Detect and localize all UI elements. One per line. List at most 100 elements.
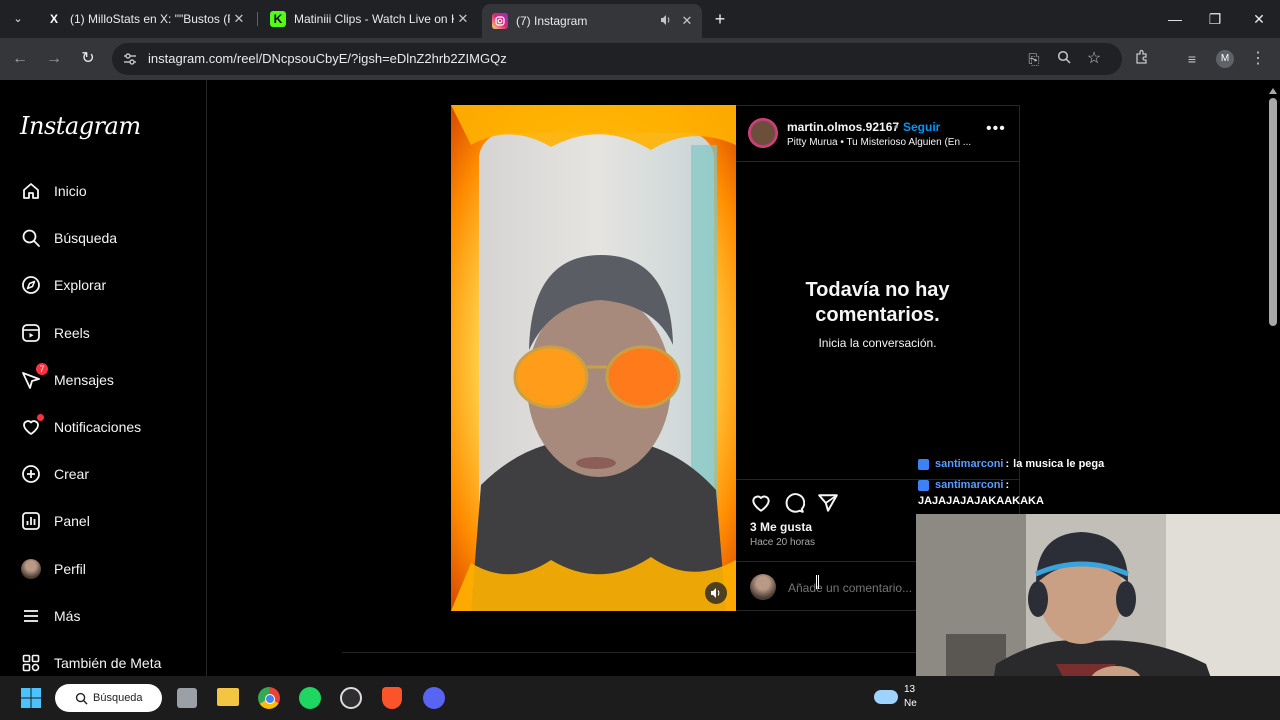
instagram-sidebar: Instagram Inicio Búsqueda Explorar Reels… xyxy=(0,80,207,680)
file-explorer-icon[interactable] xyxy=(217,688,239,706)
messenger-icon: 7 xyxy=(20,363,48,391)
sidebar-item-label: Explorar xyxy=(54,277,107,293)
weather-cloud-icon[interactable] xyxy=(874,690,898,704)
tab-divider xyxy=(257,12,258,26)
windows-start-icon[interactable] xyxy=(20,687,42,709)
reels-icon xyxy=(20,322,42,344)
back-button[interactable]: ← xyxy=(10,49,30,69)
more-menu-icon[interactable]: ⋮ xyxy=(1248,49,1268,69)
obs-icon[interactable] xyxy=(340,687,362,709)
sidebar-item-notificaciones[interactable]: Notificaciones xyxy=(20,414,141,440)
menu-icon xyxy=(20,605,42,627)
chat-username: santimarconi xyxy=(935,479,1004,491)
tab-search-button[interactable]: ⌄ xyxy=(8,9,28,29)
taskbar-search-label: Búsqueda xyxy=(93,692,143,704)
search-icon xyxy=(20,227,42,249)
sidebar-item-inicio[interactable]: Inicio xyxy=(20,178,87,204)
chat-text: la musica le pega xyxy=(1013,458,1105,470)
tab-instagram[interactable]: (7) Instagram ✕ xyxy=(482,4,702,38)
chat-message: santimarconi : xyxy=(918,477,1268,493)
restore-button[interactable]: ❐ xyxy=(1204,8,1226,30)
zoom-icon[interactable] xyxy=(1054,49,1074,69)
sidebar-item-busqueda[interactable]: Búsqueda xyxy=(20,225,117,251)
forward-button[interactable]: → xyxy=(44,49,64,69)
notification-dot xyxy=(37,414,44,421)
share-button[interactable] xyxy=(817,492,839,519)
sidebar-item-panel[interactable]: Panel xyxy=(20,508,90,534)
windows-taskbar: Búsqueda 13 Ne xyxy=(0,676,1280,720)
instagram-logo[interactable]: Instagram xyxy=(20,112,141,140)
site-settings-icon[interactable] xyxy=(122,51,138,67)
minimize-button[interactable]: — xyxy=(1164,8,1186,30)
tab-title: (1) MilloStats en X: ""Bustos (Fa xyxy=(70,12,230,26)
chrome-icon[interactable] xyxy=(258,687,280,709)
author-username[interactable]: martin.olmos.92167 xyxy=(787,120,899,134)
header-separator: • xyxy=(894,120,899,134)
search-icon xyxy=(75,692,88,705)
media-control-icon[interactable]: ≡ xyxy=(1182,49,1202,69)
plus-icon xyxy=(20,463,42,485)
likes-count[interactable]: 3 Me gusta xyxy=(750,520,812,534)
kick-logo-icon: K xyxy=(270,11,286,27)
home-icon xyxy=(20,180,42,202)
chat-separator: : xyxy=(1005,458,1010,470)
tab-title: (7) Instagram xyxy=(516,14,588,28)
task-view-icon[interactable] xyxy=(177,688,197,708)
chat-message: santimarconi : la musica le pega xyxy=(918,456,1268,472)
more-options-icon[interactable]: ••• xyxy=(986,120,1006,138)
sidebar-item-label: Notificaciones xyxy=(54,419,142,435)
like-button[interactable] xyxy=(750,492,772,519)
dashboard-icon xyxy=(20,510,42,532)
bookmark-star-icon[interactable]: ☆ xyxy=(1084,49,1104,69)
empty-comments-subtitle: Inicia la conversación. xyxy=(818,336,937,350)
follow-button[interactable]: Seguir xyxy=(903,120,940,134)
post-header: martin.olmos.92167 • Seguir Pitty Murua … xyxy=(736,106,1019,162)
reload-button[interactable]: ↻ xyxy=(78,49,98,69)
chat-separator: : xyxy=(1005,479,1010,491)
tab-kick[interactable]: K Matiniii Clips - Watch Live on K ✕ xyxy=(260,6,478,32)
close-icon[interactable]: ✕ xyxy=(230,11,248,27)
address-bar[interactable]: instagram.com/reel/DNcpsouCbyE/?igsh=eDl… xyxy=(112,43,1122,75)
sidebar-item-label: Mensajes xyxy=(54,372,114,388)
sidebar-item-label: También de Meta xyxy=(54,655,162,671)
sidebar-item-tambien-de-meta[interactable]: También de Meta xyxy=(20,650,161,676)
commenter-avatar xyxy=(750,574,776,600)
author-avatar[interactable] xyxy=(748,118,778,148)
taskbar-search-box[interactable]: Búsqueda xyxy=(55,684,162,712)
chat-badge-icon xyxy=(918,458,929,470)
scrollbar-thumb[interactable] xyxy=(1269,98,1277,326)
sidebar-item-perfil[interactable]: Perfil xyxy=(20,556,86,582)
sidebar-item-explorar[interactable]: Explorar xyxy=(20,272,106,298)
sidebar-item-mensajes[interactable]: 7 Mensajes xyxy=(20,363,114,393)
new-tab-button[interactable]: + xyxy=(709,8,731,30)
sidebar-item-label: Inicio xyxy=(54,183,87,199)
speaker-icon[interactable] xyxy=(660,14,678,29)
url-text: instagram.com/reel/DNcpsouCbyE/?igsh=eDl… xyxy=(148,51,507,66)
tab-millostats[interactable]: X (1) MilloStats en X: ""Bustos (Fa ✕ xyxy=(36,6,254,32)
x-logo-icon: X xyxy=(49,12,58,26)
mute-toggle-button[interactable] xyxy=(705,582,727,604)
send-icon xyxy=(818,494,838,512)
profile-avatar[interactable]: M xyxy=(1216,50,1234,68)
sidebar-item-reels[interactable]: Reels xyxy=(20,320,90,346)
close-window-button[interactable]: ✕ xyxy=(1248,8,1270,30)
sidebar-item-mas[interactable]: Más xyxy=(20,603,80,629)
discord-icon[interactable] xyxy=(423,687,445,709)
install-app-icon[interactable]: ⎘ xyxy=(1024,49,1044,69)
avatar-icon xyxy=(20,558,42,580)
extensions-icon[interactable] xyxy=(1132,49,1152,69)
scroll-up-arrow[interactable] xyxy=(1269,88,1277,94)
brave-icon[interactable] xyxy=(382,687,402,709)
sidebar-item-label: Perfil xyxy=(54,561,86,577)
reel-video[interactable] xyxy=(451,105,736,611)
audio-info[interactable]: Pitty Murua • Tu Misterioso Alguien (En … xyxy=(787,137,982,148)
empty-comments-title: Todavía no hay comentarios. xyxy=(805,279,950,326)
comment-button[interactable] xyxy=(783,492,806,519)
heart-icon xyxy=(20,414,44,438)
browser-toolbar: ← → ↻ instagram.com/reel/DNcpsouCbyE/?ig… xyxy=(0,38,1280,80)
tab-title: Matiniii Clips - Watch Live on K xyxy=(294,12,454,26)
sidebar-item-crear[interactable]: Crear xyxy=(20,461,89,487)
close-icon[interactable]: ✕ xyxy=(454,11,472,27)
spotify-icon[interactable] xyxy=(299,687,321,709)
close-icon[interactable]: ✕ xyxy=(678,13,696,29)
